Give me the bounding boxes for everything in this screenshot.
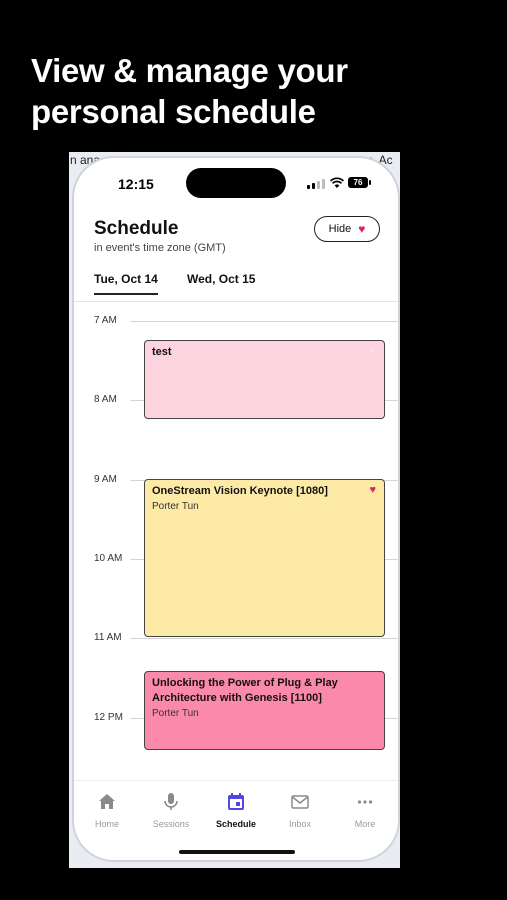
event-title: test — [152, 346, 172, 358]
nav-label: Home — [94, 819, 119, 829]
event-card-genesis[interactable]: Unlocking the Power of Plug & Play Archi… — [144, 671, 385, 750]
hour-label: 11 AM — [94, 632, 122, 643]
hour-line — [130, 638, 398, 639]
hour-line — [130, 321, 398, 322]
headline-line-1: View & manage your — [31, 52, 348, 89]
more-icon — [357, 800, 373, 804]
schedule-timeline[interactable]: 7 AM 8 AM 9 AM 10 AM 11 AM 12 PM test ♥ … — [74, 308, 398, 773]
nav-label: Schedule — [215, 819, 256, 829]
phone-screen: 12:15 76 Schedule in event's time zone (… — [74, 158, 398, 860]
nav-more[interactable]: More — [335, 793, 395, 829]
tabs-divider — [74, 301, 398, 302]
event-title: OneStream Vision Keynote [1080] — [152, 485, 328, 497]
hour-label: 12 PM — [94, 712, 123, 723]
nav-sessions[interactable]: Sessions — [141, 793, 201, 829]
nav-inbox[interactable]: Inbox — [270, 793, 330, 829]
hour-label: 8 AM — [94, 394, 117, 405]
status-bar: 12:15 76 — [74, 158, 398, 208]
heart-icon[interactable]: ♥ — [369, 484, 376, 496]
nav-label: More — [354, 819, 376, 829]
hide-button-label: Hide — [328, 223, 352, 235]
nav-schedule[interactable]: Schedule — [206, 793, 266, 829]
nav-home[interactable]: Home — [77, 793, 137, 829]
nav-label: Inbox — [288, 819, 312, 829]
headline-line-2: personal schedule — [31, 93, 316, 130]
hour-label: 10 AM — [94, 553, 123, 564]
event-speaker: Porter Tun — [152, 708, 199, 719]
nav-label: Sessions — [152, 819, 190, 829]
home-icon — [99, 794, 115, 809]
signal-icon — [307, 179, 325, 189]
tab-wed-oct-15[interactable]: Wed, Oct 15 — [187, 272, 255, 286]
hour-label: 7 AM — [94, 315, 117, 326]
mail-icon — [291, 795, 309, 809]
heart-outline-icon[interactable]: ♥ — [369, 345, 376, 357]
hide-button[interactable]: Hide ♥ — [314, 216, 380, 242]
tab-tue-oct-14[interactable]: Tue, Oct 14 — [94, 272, 158, 295]
page-title: Schedule — [94, 218, 179, 239]
bottom-nav: Home Sessions Schedule Inbox More — [74, 780, 398, 860]
dynamic-island — [186, 168, 286, 198]
event-title: Unlocking the Power of Plug & Play Archi… — [152, 677, 338, 704]
battery-icon: 76 — [348, 177, 371, 188]
status-time: 12:15 — [118, 176, 154, 192]
home-indicator[interactable] — [179, 850, 295, 854]
calendar-icon — [228, 793, 244, 810]
timezone-subtitle: in event's time zone (GMT) — [94, 242, 226, 254]
event-card-keynote[interactable]: OneStream Vision Keynote [1080] Porter T… — [144, 479, 385, 637]
wifi-icon — [330, 177, 344, 188]
headline: View & manage your personal schedule — [31, 50, 348, 132]
heart-icon: ♥ — [358, 222, 366, 236]
event-speaker: Porter Tun — [152, 501, 199, 512]
event-card-test[interactable]: test ♥ — [144, 340, 385, 419]
microphone-icon — [164, 793, 178, 810]
hour-label: 9 AM — [94, 474, 117, 485]
